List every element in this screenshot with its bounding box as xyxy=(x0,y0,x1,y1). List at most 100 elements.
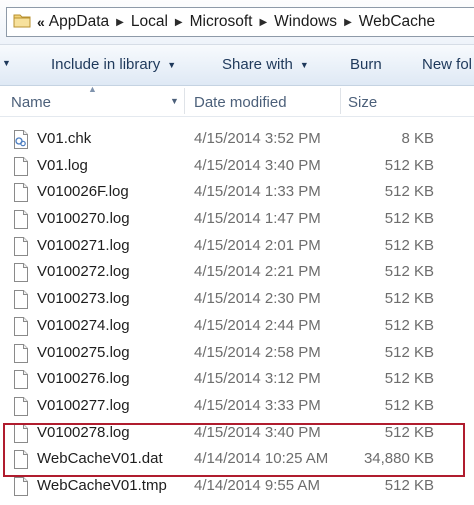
chk-file-icon xyxy=(13,130,29,153)
file-size: 512 KB xyxy=(384,156,434,174)
file-name: WebCacheV01.dat xyxy=(37,450,163,468)
include-in-library-button[interactable]: Include in library ▼ xyxy=(51,56,176,73)
breadcrumb-item-webcache[interactable]: WebCache xyxy=(359,13,435,31)
column-divider[interactable] xyxy=(184,88,185,114)
file-row[interactable]: WebCacheV01.dat 4/14/2014 10:25 AM 34,880 … xyxy=(0,446,474,473)
file-name: V0100275.log xyxy=(37,343,130,361)
file-name: V0100278.log xyxy=(37,423,130,441)
file-row[interactable]: V01.log 4/15/2014 3:40 PM 512 KB xyxy=(0,153,474,180)
file-name: V0100276.log xyxy=(37,370,130,388)
file-date-modified: 4/14/2014 10:25 AM xyxy=(194,450,329,468)
document-icon xyxy=(13,210,29,233)
file-size: 512 KB xyxy=(384,423,434,441)
document-icon xyxy=(13,343,29,367)
column-header-date-label: Date modified xyxy=(194,94,287,111)
file-date-modified: 4/15/2014 3:33 PM xyxy=(194,396,321,414)
file-name: V0100272.log xyxy=(37,263,130,281)
burn-button[interactable]: Burn xyxy=(350,56,382,73)
document-icon xyxy=(13,156,29,180)
file-row[interactable]: WebCacheV01.tmp 4/14/2014 9:55 AM 512 KB xyxy=(0,473,474,500)
file-size: 34,880 KB xyxy=(363,450,434,468)
breadcrumb-arrow-icon[interactable]: ▶ xyxy=(259,17,267,28)
file-date-modified: 4/15/2014 3:40 PM xyxy=(194,423,321,441)
file-row[interactable]: V0100277.log 4/15/2014 3:33 PM 512 KB xyxy=(0,393,474,420)
file-date-modified: 4/15/2014 3:12 PM xyxy=(194,370,321,388)
breadcrumb-overflow-button[interactable]: « xyxy=(37,14,45,30)
document-icon xyxy=(13,263,29,286)
file-date-modified: 4/14/2014 9:55 AM xyxy=(194,476,320,494)
new-folder-button[interactable]: New fol xyxy=(422,56,472,73)
file-date-modified: 4/15/2014 2:30 PM xyxy=(194,290,321,308)
file-row[interactable]: V0100270.log 4/15/2014 1:47 PM 512 KB xyxy=(0,206,474,233)
breadcrumb-item-appdata[interactable]: AppData xyxy=(49,13,109,31)
column-header-name-label: Name xyxy=(11,94,52,111)
file-date-modified: 4/15/2014 2:21 PM xyxy=(194,263,321,281)
file-size: 512 KB xyxy=(384,316,434,334)
column-divider[interactable] xyxy=(340,88,341,114)
file-name: V01.log xyxy=(37,156,88,174)
breadcrumb-arrow-icon[interactable]: ▶ xyxy=(344,17,352,28)
file-size: 512 KB xyxy=(384,236,434,254)
file-date-modified: 4/15/2014 3:52 PM xyxy=(194,130,321,147)
file-date-modified: 4/15/2014 2:01 PM xyxy=(194,236,321,254)
file-row[interactable]: V0100273.log 4/15/2014 2:30 PM 512 KB xyxy=(0,286,474,313)
file-date-modified: 4/15/2014 3:40 PM xyxy=(194,156,321,174)
file-date-modified: 4/15/2014 1:33 PM xyxy=(194,183,321,201)
column-header-size[interactable]: Size xyxy=(348,94,377,111)
breadcrumb-item-local[interactable]: Local xyxy=(131,13,168,31)
file-name: V0100270.log xyxy=(37,210,130,228)
file-name: V0100271.log xyxy=(37,236,130,254)
file-row[interactable]: V0100272.log 4/15/2014 2:21 PM 512 KB xyxy=(0,259,474,286)
folder-icon xyxy=(13,12,31,33)
file-size: 512 KB xyxy=(384,263,434,281)
share-with-label: Share with xyxy=(222,56,293,73)
file-name: V0100277.log xyxy=(37,396,130,414)
document-icon xyxy=(13,476,29,500)
file-row[interactable]: V0100275.log 4/15/2014 2:58 PM 512 KB xyxy=(0,340,474,367)
file-size: 8 KB xyxy=(401,130,434,147)
file-date-modified: 4/15/2014 2:44 PM xyxy=(194,316,321,334)
file-size: 512 KB xyxy=(384,210,434,228)
file-name: V01.chk xyxy=(37,130,92,147)
file-row[interactable]: V0100274.log 4/15/2014 2:44 PM 512 KB xyxy=(0,313,474,340)
breadcrumb-item-windows[interactable]: Windows xyxy=(274,13,337,31)
file-date-modified: 4/15/2014 1:47 PM xyxy=(194,210,321,228)
column-header-size-label: Size xyxy=(348,94,378,111)
sort-ascending-icon: ▲ xyxy=(88,84,97,94)
document-icon xyxy=(13,396,29,420)
column-filter-dropdown-icon[interactable]: ▼ xyxy=(170,96,179,106)
file-name: V0100273.log xyxy=(37,290,130,308)
breadcrumb[interactable]: « AppData ▶ Local ▶ Microsoft ▶ Windows … xyxy=(6,7,474,37)
file-row[interactable]: V0100271.log 4/15/2014 2:01 PM 512 KB xyxy=(0,233,474,260)
file-name: WebCacheV01.tmp xyxy=(37,476,167,494)
command-toolbar: ▼ Include in library ▼ Share with ▼ Burn… xyxy=(0,45,474,86)
breadcrumb-arrow-icon[interactable]: ▶ xyxy=(116,17,124,28)
address-bar: « AppData ▶ Local ▶ Microsoft ▶ Windows … xyxy=(0,0,474,45)
chevron-down-icon: ▼ xyxy=(167,59,177,70)
document-icon xyxy=(13,290,29,313)
column-header-date[interactable]: Date modified xyxy=(194,94,287,111)
breadcrumb-arrow-icon[interactable]: ▶ xyxy=(175,17,183,28)
file-date-modified: 4/15/2014 2:58 PM xyxy=(194,343,321,361)
include-in-library-label: Include in library xyxy=(51,56,161,73)
column-header-name[interactable]: Name xyxy=(11,94,51,111)
column-header-row: Name ▲ ▼ Date modified Size xyxy=(0,84,474,117)
document-icon xyxy=(13,370,29,393)
file-size: 512 KB xyxy=(384,476,434,494)
breadcrumb-item-microsoft[interactable]: Microsoft xyxy=(190,13,253,31)
file-row[interactable]: V01.chk 4/15/2014 3:52 PM 8 KB xyxy=(0,126,474,153)
document-icon xyxy=(13,236,29,260)
file-list: V01.chk 4/15/2014 3:52 PM 8 KB V01.log 4/15/… xyxy=(0,126,474,500)
burn-label: Burn xyxy=(350,56,382,73)
file-row[interactable]: V010026F.log 4/15/2014 1:33 PM 512 KB xyxy=(0,179,474,206)
document-icon xyxy=(13,183,29,206)
file-size: 512 KB xyxy=(384,370,434,388)
organize-dropdown-arrow-icon[interactable]: ▼ xyxy=(2,58,11,68)
file-size: 512 KB xyxy=(384,290,434,308)
file-name: V010026F.log xyxy=(37,183,129,201)
document-icon xyxy=(13,316,29,340)
file-row[interactable]: V0100278.log 4/15/2014 3:40 PM 512 KB xyxy=(0,420,474,447)
share-with-button[interactable]: Share with ▼ xyxy=(222,56,309,73)
chevron-down-icon: ▼ xyxy=(299,59,309,70)
file-row[interactable]: V0100276.log 4/15/2014 3:12 PM 512 KB xyxy=(0,366,474,393)
